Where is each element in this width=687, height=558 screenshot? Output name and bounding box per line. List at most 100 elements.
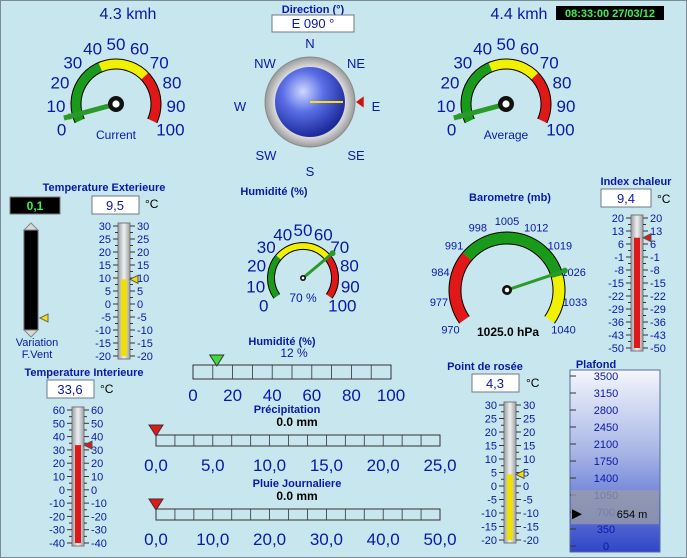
compass-sw: SW <box>256 148 278 163</box>
indoor-therm-tick-label-right: 30 <box>91 445 103 457</box>
daily-rain-bar-tick-label: 50,0 <box>423 530 456 549</box>
dew-point-therm-tick-label-right: -10 <box>523 508 539 520</box>
dew-point-unit: °C <box>526 376 540 390</box>
outdoor-therm-tick-label-right: 25 <box>137 234 149 246</box>
outdoor-temp-title: Temperature Exterieure <box>43 182 166 194</box>
wind-average-dial: 0 10 203040 50 607080 90 100 <box>437 35 576 139</box>
ceiling-tick-label: 3500 <box>594 371 618 383</box>
fvent-caption: F.Vent <box>22 349 53 361</box>
outdoor-temp-unit: °C <box>145 197 159 211</box>
wind-average-tick-label: 40 <box>473 40 492 59</box>
barometer-dial: 970977984991998100510121019102610331040 <box>430 216 587 337</box>
dew-point-therm-tick-label-left: 15 <box>485 441 497 453</box>
dew-point-therm-tick-label-left: 10 <box>485 454 497 466</box>
precipitation-bar-frame <box>155 434 441 447</box>
outdoor-therm-tick-label-right: 10 <box>137 273 149 285</box>
wind-average-value-marker <box>456 113 463 120</box>
heat-index-therm-tick-label-right: -1 <box>650 252 660 264</box>
heat-index-therm-tick-label-left: 6 <box>618 239 624 251</box>
ceiling-panel: Plafond 35003150280024502100175014001050… <box>569 359 661 553</box>
precipitation-bar-tick-label: 15,0 <box>310 456 343 475</box>
wind-average-tick-label: 30 <box>453 53 472 72</box>
humidity-value-marker <box>329 250 336 257</box>
outdoor-therm-tick-label-left: 5 <box>105 286 111 298</box>
wind-average-gauge: 4.4 kmh 0 10 203040 50 607080 90 100 Average <box>437 6 576 142</box>
heat-index-therm-fill <box>634 237 640 348</box>
barometer-tick-label: 1005 <box>495 216 519 228</box>
dew-point-therm-tick-label-right: 15 <box>523 441 535 453</box>
dew-point-therm-tick-label-right: 30 <box>523 400 535 412</box>
outdoor-temperature-panel: Temperature Exterieure 0,1 9,5 °C Variat… <box>9 182 166 363</box>
dew-point-therm-tick-label-left: 20 <box>485 427 497 439</box>
indoor-therm-tick-label-right: -40 <box>91 538 107 550</box>
humidity-tick-label: 20 <box>247 257 266 276</box>
heat-index-therm-tick-label-left: -8 <box>614 265 624 277</box>
compass-e: E <box>372 99 381 114</box>
dew-point-title: Point de rosée <box>447 361 523 373</box>
barometer-tick-label: 1019 <box>548 241 572 253</box>
variation-marker <box>38 313 49 323</box>
indoor-therm-tick-label-left: -20 <box>49 511 65 523</box>
dew-point-therm-tick-label-right: -5 <box>523 495 533 507</box>
heat-index-therm-tick-label-right: -22 <box>650 291 666 303</box>
precipitation-bar-tick-label: 25,0 <box>423 456 456 475</box>
barometer-tick-label: 970 <box>441 324 459 336</box>
dew-point-therm-tick-label-right: 0 <box>523 481 529 493</box>
compass-n: N <box>305 36 314 51</box>
ceiling-value: 654 m <box>617 509 648 521</box>
heat-index-therm-tick-label-left: -1 <box>614 252 624 264</box>
outdoor-therm-tick-label-left: -15 <box>95 338 111 350</box>
heat-index-title: Index chaleur <box>601 176 673 188</box>
dew-point-therm-tick-label-left: -15 <box>481 522 497 534</box>
precipitation-bar-tick-label: 0,0 <box>144 456 168 475</box>
weather-dashboard: 4.3 kmh 0 10 20 30 40 50 60 70 80 90 100 Current 4… <box>0 0 687 558</box>
dew-point-therm-tick-label-right: -20 <box>523 535 539 547</box>
indoor-therm-tick-label-right: -20 <box>91 511 107 523</box>
variation-value: 0,1 <box>27 199 44 213</box>
wind-current-tick-label: 20 <box>51 73 70 92</box>
indoor-therm-tick-label-right: 60 <box>91 405 103 417</box>
heat-index-therm-tick-label-left: -29 <box>608 304 624 316</box>
heat-index-therm-tick-label-left: -22 <box>608 291 624 303</box>
wind-current-tick-label: 50 <box>107 35 126 54</box>
precipitation-value: 0.0 mm <box>276 415 317 429</box>
heat-index-therm-tick-label-right: -15 <box>650 278 666 290</box>
humidity-bar-tick-label: 80 <box>342 386 361 405</box>
wind-average-tick-label: 90 <box>557 97 576 116</box>
dew-point-therm-tick-label-right: 20 <box>523 427 535 439</box>
ceiling-tick-label: 0 <box>603 541 609 553</box>
ceiling-tick-label: 350 <box>597 524 615 536</box>
compass-s: S <box>306 164 315 179</box>
variation-bar <box>23 229 39 331</box>
indoor-temp-unit: °C <box>100 382 114 396</box>
humidity-bar-tick-label: 20 <box>223 386 242 405</box>
dew-point-therm-value-marker <box>514 469 525 480</box>
outdoor-therm-tick-label-left: -5 <box>101 312 111 324</box>
dew-point-panel: Point de rosée 4,3 °C 30 3025 2520 2015 1510… <box>447 361 540 547</box>
heat-index-therm-tick-label-right: -50 <box>650 343 666 355</box>
humidity-title: Humidité (%) <box>240 186 308 198</box>
indoor-therm-tick-label-right: 50 <box>91 418 103 430</box>
daily-rain-bar-tick-label: 20,0 <box>253 530 286 549</box>
wind-average-tick-label: 60 <box>520 40 539 59</box>
indoor-therm-tick-label-left: 40 <box>53 432 65 444</box>
outdoor-therm-tick-label-left: 20 <box>99 247 111 259</box>
wind-current-dial: 0 10 203040 50 607080 90 100 <box>47 35 186 139</box>
outdoor-therm-tick-label-right: -15 <box>137 338 153 350</box>
outdoor-therm-tick-label-left: 25 <box>99 234 111 246</box>
humidity-tick-label: 100 <box>328 297 356 316</box>
variation-caption: Variation <box>16 337 59 349</box>
indoor-therm-tick-label-right: 40 <box>91 432 103 444</box>
ceiling-title: Plafond <box>576 359 616 371</box>
heat-index-panel: Index chaleur 9,4 °C 20 2013 136 6-1 -1-8 -8-… <box>600 176 673 355</box>
wind-average-tick-label: 50 <box>497 35 516 54</box>
heat-index-therm-value-marker <box>641 232 652 243</box>
outdoor-therm-tick-label-left: -20 <box>95 351 111 363</box>
humidity-tick-label: 50 <box>294 221 313 240</box>
heat-index-therm-tick-label-left: -36 <box>608 317 624 329</box>
heat-index-value: 9,4 <box>617 191 635 206</box>
outdoor-therm-tick-label-right: 20 <box>137 247 149 259</box>
daily-rain-bar-value-marker <box>148 498 164 511</box>
indoor-therm-tick-label-left: 50 <box>53 418 65 430</box>
daily-rain-bar-tick-label: 10,0 <box>196 530 229 549</box>
